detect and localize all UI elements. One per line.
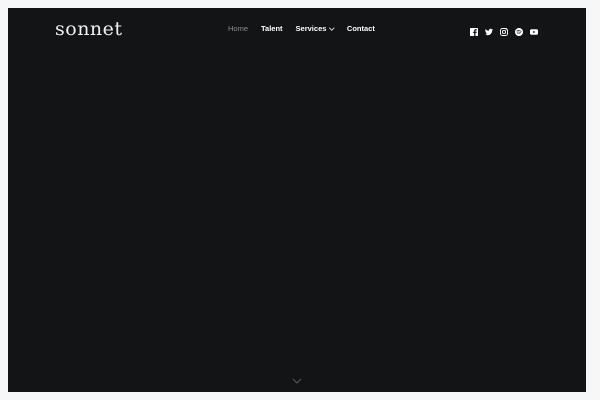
twitter-icon[interactable]: [485, 28, 493, 36]
site-logo[interactable]: sonnet: [55, 20, 123, 39]
spotify-icon[interactable]: [515, 28, 523, 36]
youtube-icon[interactable]: [530, 28, 538, 36]
nav-item-label: Home: [228, 24, 249, 33]
nav-item-label: Talent: [261, 24, 283, 33]
nav-item-contact[interactable]: Contact: [347, 25, 375, 33]
social-links: [470, 28, 538, 36]
nav-item-services[interactable]: Services: [295, 24, 335, 33]
nav-item-home[interactable]: Home: [228, 25, 248, 33]
hero-section: sonnet Home Talent Services Contact: [8, 8, 586, 392]
main-nav: Home Talent Services Contact: [228, 25, 375, 33]
nav-item-talent[interactable]: Talent: [261, 25, 283, 33]
nav-item-label: Services: [295, 24, 327, 33]
chevron-down-icon[interactable]: [292, 377, 302, 385]
chevron-down-icon: [329, 25, 335, 31]
nav-item-label: Contact: [346, 24, 375, 33]
facebook-icon[interactable]: [470, 28, 478, 36]
instagram-icon[interactable]: [500, 28, 508, 36]
